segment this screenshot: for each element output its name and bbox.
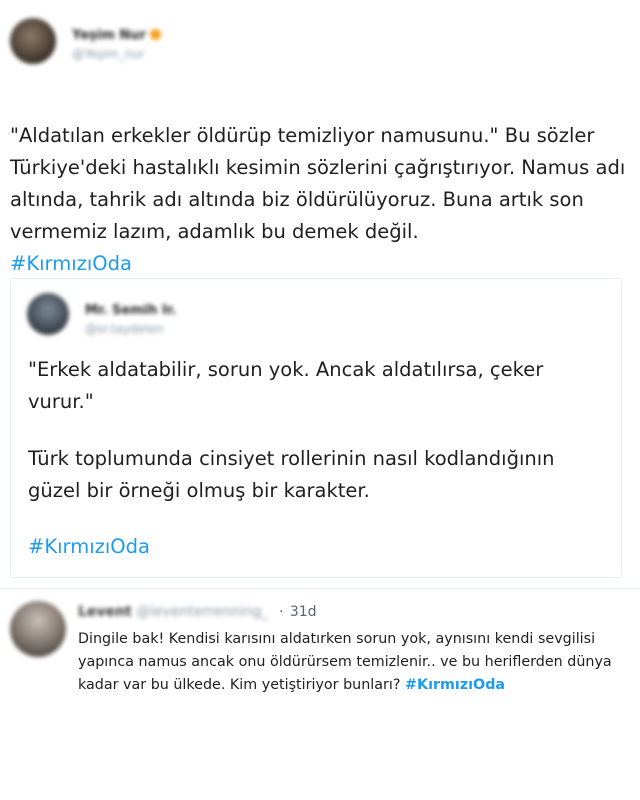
reply-body: Dingile bak! Kendisi karısını aldatırken… [78,631,612,693]
author-info: Yeşim Nur @Yeşim_nur [72,24,161,61]
tweet-text: "Aldatılan erkekler öldürüp temizliyor n… [10,88,630,280]
author-name[interactable]: Yeşim Nur [72,28,146,43]
author-avatar[interactable] [10,18,56,64]
quoted-tweet-quote: "Erkek aldatabilir, sorun yok. Ancak ald… [28,358,544,413]
reply-author-name[interactable]: Levent [78,604,132,620]
quoted-author-info: Mr. Semih Ir. @sr.taydelen [85,299,176,336]
reply-author-avatar[interactable] [10,601,66,657]
reply-header: Levent @leventerrenning_ · 31d [78,604,317,620]
tweet-body: "Aldatılan erkekler öldürüp temizliyor n… [10,124,626,243]
quoted-author-name[interactable]: Mr. Semih Ir. [85,303,176,318]
reply-hashtag[interactable]: #KırmızıOda [405,677,505,693]
quoted-tweet-body: Türk toplumunda cinsiyet rollerinin nası… [28,447,555,502]
verified-badge-icon [149,29,161,40]
author-handle[interactable]: @Yeşim_nur [72,47,161,61]
reply-text: Dingile bak! Kendisi karısını aldatırken… [78,628,628,697]
reply-timestamp[interactable]: 31d [290,604,317,620]
quoted-tweet-hashtag[interactable]: #KırmızıOda [28,531,150,563]
quoted-tweet-card[interactable]: Mr. Semih Ir. @sr.taydelen "Erkek aldata… [10,278,622,578]
quoted-author-avatar[interactable] [27,293,69,335]
reply-author-handle[interactable]: @leventerrenning_ [136,604,268,620]
quoted-author-handle[interactable]: @sr.taydelen [85,322,176,336]
divider [0,588,640,589]
reply-time-separator: · [278,604,284,620]
tweet-hashtag[interactable]: #KırmızıOda [10,252,132,275]
